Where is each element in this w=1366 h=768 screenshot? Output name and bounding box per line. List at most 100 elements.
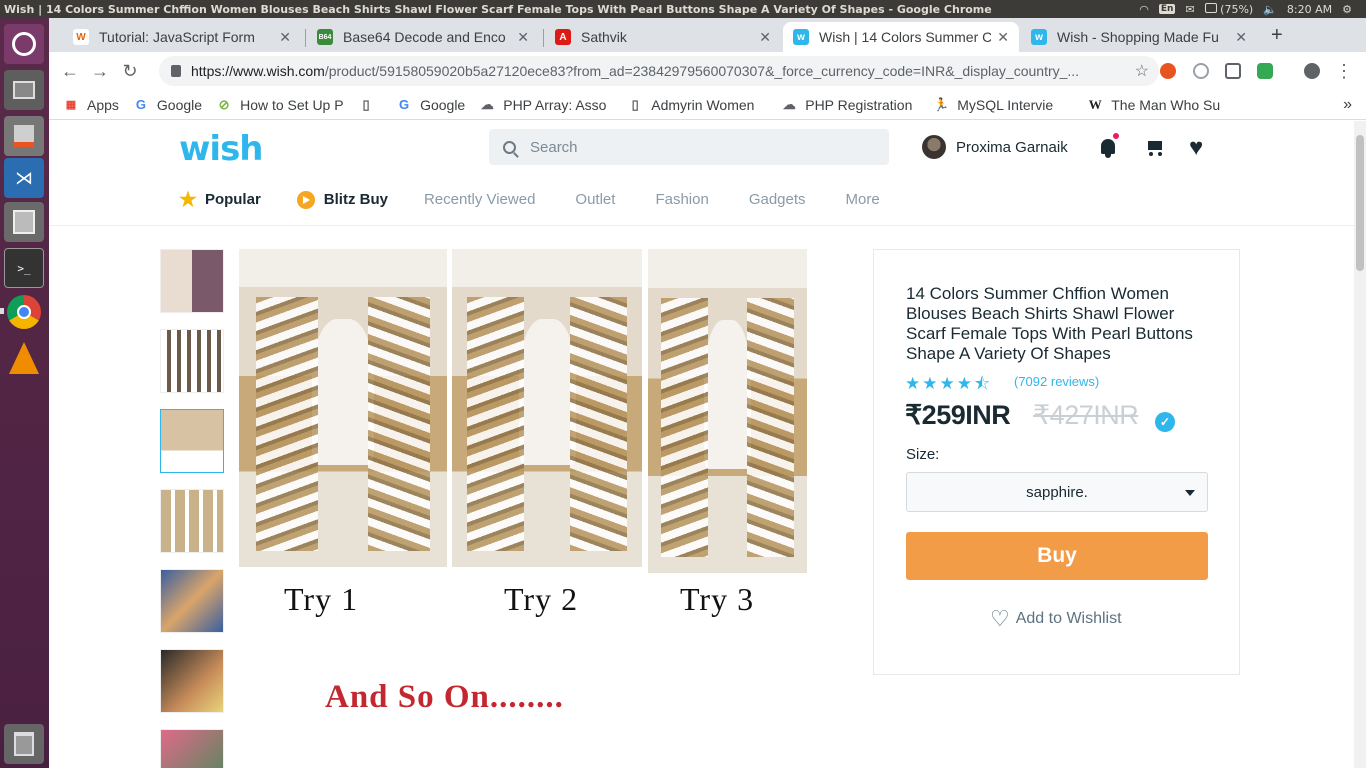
bookmark-google[interactable]: G Google	[133, 97, 202, 113]
rating-stars-icon: ★★★★⯪	[905, 374, 993, 393]
chrome-icon[interactable]	[4, 292, 44, 332]
notification-dot	[1113, 133, 1119, 139]
search-input[interactable]	[530, 138, 870, 156]
image-caption-more: And So On........	[325, 679, 564, 715]
bookmark-apps[interactable]: ▦ Apps	[63, 97, 119, 113]
nav-popular[interactable]: ★ Popular	[179, 187, 261, 212]
close-tab-icon[interactable]: ✕	[517, 29, 529, 46]
scrollbar-thumb[interactable]	[1356, 135, 1364, 271]
bookmark-how-to-set-up[interactable]: ⊘ How to Set Up P	[216, 97, 344, 113]
window-title: Wish | 14 Colors Summer Chffion Women Bl…	[4, 2, 992, 16]
terminal-icon[interactable]: >_	[4, 248, 44, 288]
tab-base64[interactable]: B64 Base64 Decode and Enco ✕	[307, 22, 539, 52]
page-icon: ▯	[631, 96, 639, 112]
address-bar[interactable]: https://www.wish.com/product/59158059020…	[159, 56, 1159, 86]
notification-bell-icon[interactable]	[1098, 133, 1120, 159]
dropdown-caret-icon	[1185, 490, 1195, 496]
clock[interactable]: 8:20 AM	[1287, 3, 1332, 16]
more-bookmarks-icon[interactable]: »	[1343, 96, 1352, 114]
trash-icon[interactable]	[4, 724, 44, 764]
close-tab-icon[interactable]: ✕	[997, 29, 1009, 46]
extension-fire-icon[interactable]	[1160, 63, 1176, 79]
product-thumbnail-selected[interactable]	[160, 409, 224, 473]
nav-recently-viewed[interactable]: Recently Viewed	[424, 191, 535, 208]
product-thumbnail[interactable]	[160, 489, 224, 553]
bookmark-page[interactable]: ▯	[358, 97, 382, 113]
volume-icon[interactable]: 🔈	[1263, 3, 1277, 16]
reload-icon[interactable]: ↻	[115, 61, 145, 82]
bookmark-php-registration[interactable]: ☁ PHP Registration	[781, 97, 919, 113]
tab-wish-product[interactable]: w Wish | 14 Colors Summer C ✕	[783, 22, 1019, 52]
ubuntu-dash-icon[interactable]	[4, 24, 44, 64]
main-product-image[interactable]: Try 1 Try 2 Try 3 And So On........	[239, 249, 809, 768]
heart-outline-icon: ♡	[990, 606, 1010, 631]
add-to-wishlist-button[interactable]: ♡ Add to Wishlist	[990, 606, 1122, 632]
workspace-switcher-icon[interactable]	[4, 70, 44, 110]
product-thumbnail[interactable]	[160, 569, 224, 633]
tab-wish-home[interactable]: w Wish - Shopping Made Fu ✕	[1021, 22, 1257, 52]
product-thumbnail[interactable]	[160, 249, 224, 313]
extension-shield-icon[interactable]	[1225, 63, 1241, 79]
mail-icon[interactable]: ✉	[1185, 3, 1194, 16]
cloud-icon: ☁	[480, 96, 494, 112]
tab-label: Wish - Shopping Made Fu	[1057, 29, 1219, 45]
verified-check-icon: ✓	[1155, 412, 1175, 432]
bookmark-star-icon[interactable]: ☆	[1135, 61, 1149, 81]
vscode-icon[interactable]: ⋊	[4, 158, 44, 198]
settings-gear-icon[interactable]: ⚙	[1342, 3, 1352, 16]
wishlist-heart-icon[interactable]: ♥	[1189, 136, 1211, 160]
battery-level: (75%)	[1220, 2, 1254, 16]
nav-fashion[interactable]: Fashion	[655, 191, 708, 208]
size-selected-value: sapphire.	[1026, 483, 1088, 501]
keyboard-layout-indicator[interactable]: En	[1158, 4, 1176, 14]
buy-button[interactable]: Buy	[906, 532, 1208, 580]
bookmark-google-2[interactable]: G Google	[396, 97, 465, 113]
extension-green-icon[interactable]	[1257, 63, 1273, 79]
nav-outlet[interactable]: Outlet	[575, 191, 615, 208]
bookmark-mysql[interactable]: 🏃 MySQL Intervie	[933, 97, 1073, 113]
bookmark-label: Admyrin Women	[651, 96, 755, 113]
nav-more[interactable]: More	[846, 191, 880, 208]
product-thumbnail[interactable]	[160, 329, 224, 393]
user-menu[interactable]: Proxima Garnaik	[922, 135, 1068, 159]
forward-arrow-icon[interactable]: →	[85, 61, 115, 82]
product-thumbnail[interactable]	[160, 649, 224, 713]
reviews-link[interactable]: (7092 reviews)	[1014, 374, 1099, 389]
bookmark-the-man-who[interactable]: W The Man Who Su	[1087, 97, 1229, 113]
bookmark-php-array[interactable]: ☁ PHP Array: Asso	[479, 97, 613, 113]
running-indicator	[0, 308, 4, 314]
cart-icon[interactable]	[1144, 137, 1166, 159]
page-scrollbar[interactable]	[1354, 121, 1366, 768]
battery-icon[interactable]: (75%)	[1204, 2, 1254, 16]
wifi-icon[interactable]: ◠	[1139, 3, 1149, 16]
tab-tutorial[interactable]: W Tutorial: JavaScript Form ✕	[63, 22, 301, 52]
lock-icon[interactable]	[171, 65, 181, 77]
wish-logo[interactable]: wish	[179, 129, 264, 169]
search-bar[interactable]	[489, 129, 889, 165]
back-arrow-icon[interactable]: ←	[55, 61, 85, 82]
nav-blitz-buy[interactable]: Blitz Buy	[296, 190, 388, 209]
vlc-icon[interactable]	[4, 338, 44, 378]
browser-menu-icon[interactable]: ⋮	[1329, 61, 1359, 82]
extension-circle-icon[interactable]	[1193, 63, 1209, 79]
bookmark-label: PHP Registration	[805, 96, 913, 113]
software-install-icon[interactable]	[4, 116, 44, 156]
google-g-icon: G	[399, 97, 410, 112]
model-photo-3	[648, 249, 807, 573]
nav-gadgets[interactable]: Gadgets	[749, 191, 806, 208]
profile-avatar-icon[interactable]	[1304, 63, 1320, 79]
system-tray: ◠ En ✉ (75%) 🔈 8:20 AM ⚙	[1139, 2, 1366, 16]
close-tab-icon[interactable]: ✕	[759, 29, 771, 46]
new-tab-button[interactable]: +	[1271, 24, 1283, 47]
close-tab-icon[interactable]: ✕	[279, 29, 291, 46]
tab-sathvik[interactable]: A Sathvik ✕	[545, 22, 781, 52]
tab-divider	[543, 29, 544, 47]
product-thumbnail[interactable]	[160, 729, 224, 768]
close-tab-icon[interactable]: ✕	[1235, 29, 1247, 46]
tab-label: Tutorial: JavaScript Form	[99, 29, 255, 45]
size-select[interactable]: sapphire.	[906, 472, 1208, 512]
file-cabinet-icon[interactable]	[4, 202, 44, 242]
bookmark-admyrin[interactable]: ▯ Admyrin Women	[627, 97, 767, 113]
size-label: Size:	[906, 446, 940, 463]
base64-favicon-icon: B64	[317, 29, 333, 45]
